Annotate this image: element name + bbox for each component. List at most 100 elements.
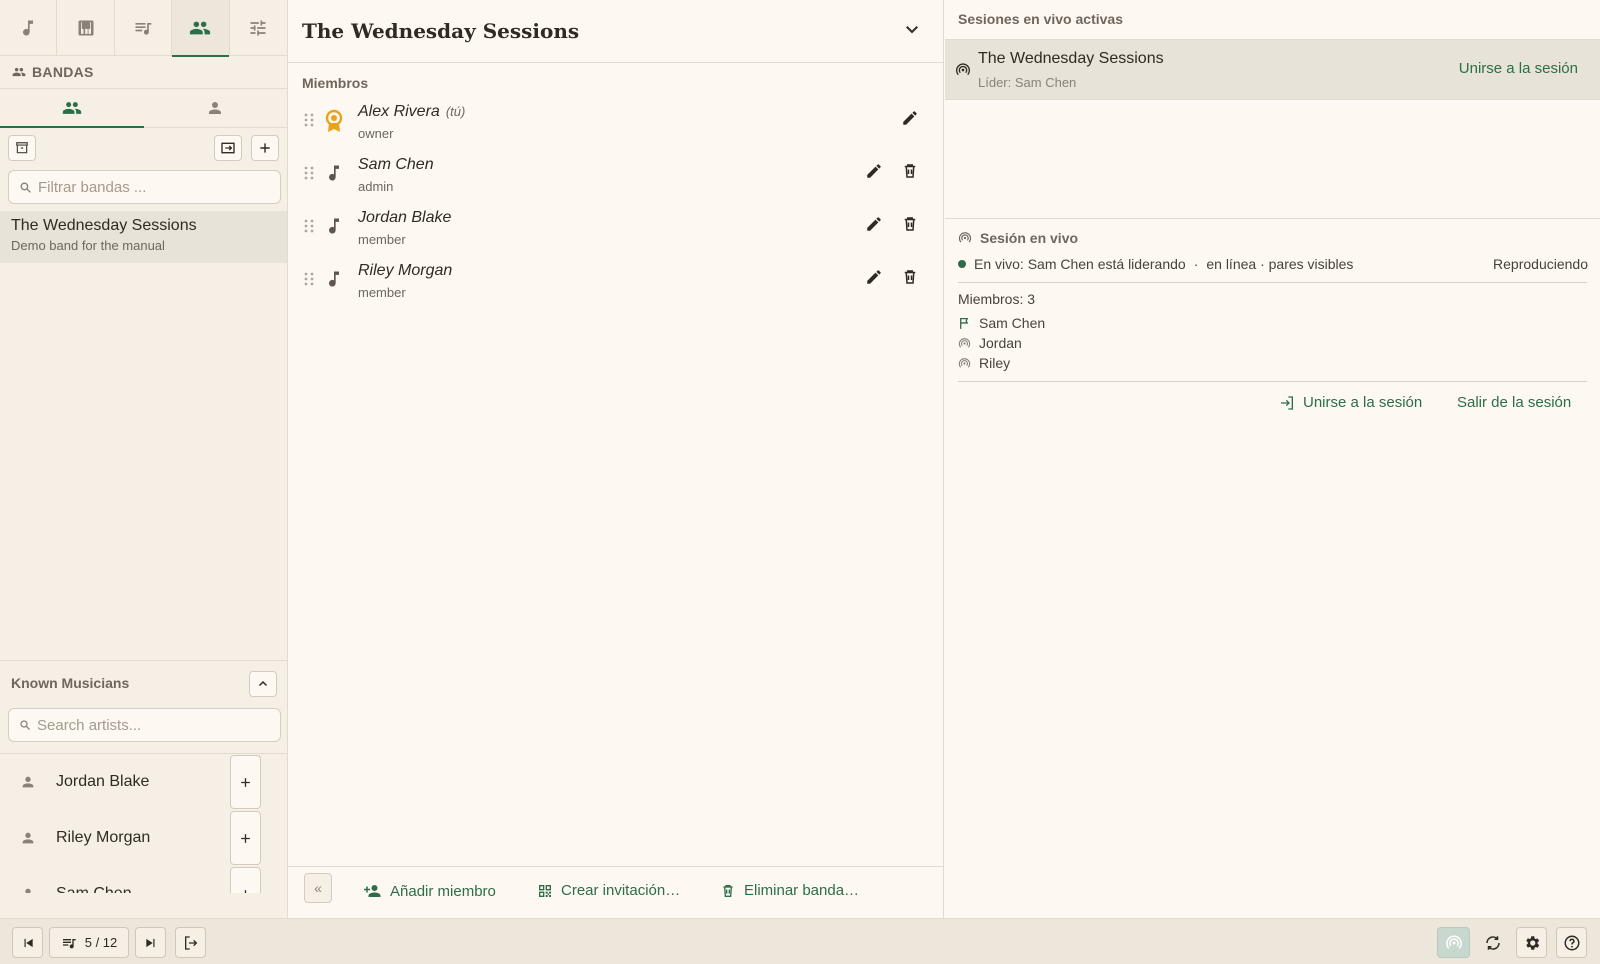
member-name: Jordan Blake: [358, 209, 452, 226]
member-role: member: [358, 285, 406, 300]
skip-previous-icon: [21, 936, 35, 950]
band-description: Demo band for the manual: [11, 238, 165, 253]
artist-name: Sam Chen: [56, 885, 132, 893]
piano-icon: [76, 18, 96, 38]
tab-setlists[interactable]: [115, 0, 173, 56]
bands-section-label: BANDAS: [0, 56, 287, 88]
filter-bands-input[interactable]: [38, 178, 258, 196]
join-session-link[interactable]: Unirse a la sesión: [1459, 60, 1578, 77]
band-title: The Wednesday Sessions: [302, 19, 580, 43]
trash-icon: [720, 883, 736, 899]
add-band-button[interactable]: [251, 135, 279, 161]
tab-piano[interactable]: [57, 0, 115, 56]
edit-icon[interactable]: [901, 109, 919, 127]
broadcast-icon: [958, 231, 972, 245]
member-row: Jordan Blake member: [288, 203, 943, 256]
session-name: The Wednesday Sessions: [978, 50, 1164, 67]
plus-icon: [239, 888, 252, 893]
sync-button[interactable]: [1477, 927, 1508, 958]
delete-icon[interactable]: [901, 268, 919, 286]
add-member-button[interactable]: Añadir miembro: [364, 882, 496, 900]
music-note-icon: [18, 18, 38, 38]
member-count: Miembros: 3: [958, 291, 1036, 307]
login-icon: [220, 140, 236, 156]
setlist-position-button[interactable]: 5 / 12: [49, 927, 129, 958]
drag-handle-icon[interactable]: [304, 113, 314, 127]
artist-list: Jordan Blake Riley Morgan Sam Chen: [0, 753, 287, 893]
playback-state: Reproduciendo: [1493, 256, 1588, 272]
search-icon: [19, 719, 31, 731]
search-artists-input[interactable]: [37, 716, 257, 734]
active-sessions-header: Sesiones en vivo activas: [945, 0, 1600, 40]
live-session-title-text: Sesión en vivo: [980, 230, 1079, 246]
broadcast-icon: [958, 357, 971, 370]
add-artist-button[interactable]: [230, 811, 261, 865]
add-artist-button[interactable]: [230, 867, 261, 893]
tab-profile[interactable]: [144, 89, 288, 127]
list-item: Riley: [958, 353, 1045, 373]
logout-icon: [183, 935, 199, 951]
live-member-name: Sam Chen: [979, 315, 1046, 331]
bottom-toolbar: 5 / 12: [0, 918, 1600, 964]
help-button[interactable]: [1556, 927, 1587, 958]
group-icon: [189, 17, 211, 39]
session-list-item[interactable]: The Wednesday Sessions Líder: Sam Chen U…: [945, 40, 1600, 100]
list-item: Jordan: [958, 333, 1045, 353]
chevron-down-icon[interactable]: [903, 20, 921, 38]
member-name: Riley Morgan: [358, 262, 453, 279]
tab-my-bands[interactable]: [0, 89, 144, 128]
delete-band-button[interactable]: Eliminar banda…: [720, 882, 859, 899]
join-session-button[interactable]: Unirse a la sesión: [1279, 394, 1422, 411]
band-list-item[interactable]: The Wednesday Sessions Demo band for the…: [0, 211, 287, 263]
search-artists-field[interactable]: [8, 708, 281, 742]
search-icon: [19, 181, 32, 194]
person-icon: [0, 886, 56, 893]
tab-bands[interactable]: [172, 0, 230, 57]
owner-badge-icon: [324, 109, 344, 133]
drag-handle-icon[interactable]: [304, 219, 314, 233]
live-sessions-panel: Sesiones en vivo activas The Wednesday S…: [945, 0, 1600, 918]
leave-session-button[interactable]: Salir de la sesión: [1457, 394, 1571, 411]
live-members-list: Sam Chen Jordan Riley: [958, 313, 1045, 373]
you-tag: (tú): [445, 104, 466, 119]
exit-button[interactable]: [175, 927, 206, 958]
create-invite-button[interactable]: Crear invitación…: [537, 882, 680, 899]
tab-songs[interactable]: [0, 0, 58, 56]
archive-button[interactable]: [8, 135, 36, 161]
settings-button[interactable]: [1516, 927, 1547, 958]
edit-icon[interactable]: [865, 268, 883, 286]
person-icon: [206, 99, 224, 117]
tab-mixer[interactable]: [230, 0, 287, 56]
join-session-label: Unirse a la sesión: [1303, 394, 1423, 411]
live-indicator-dot: [958, 260, 966, 268]
member-role: admin: [358, 179, 394, 194]
band-name: The Wednesday Sessions: [11, 217, 197, 234]
filter-bands-field[interactable]: [8, 170, 281, 204]
live-session-toggle[interactable]: [1437, 927, 1470, 958]
band-detail-panel: The Wednesday Sessions Miembros Alex Riv…: [288, 0, 944, 918]
main-nav-tabs: [0, 0, 287, 57]
list-item: Riley Morgan: [0, 810, 287, 866]
bands-sub-tabs: [0, 88, 287, 128]
edit-icon[interactable]: [865, 162, 883, 180]
live-session-title: Sesión en vivo: [958, 230, 1078, 246]
list-item: Sam Chen: [0, 866, 287, 893]
collapse-known-button[interactable]: [249, 671, 277, 697]
import-band-button[interactable]: [214, 135, 242, 161]
delete-icon[interactable]: [901, 162, 919, 180]
list-item: Jordan Blake: [0, 754, 287, 810]
next-button[interactable]: [135, 927, 166, 958]
edit-icon[interactable]: [865, 215, 883, 233]
drag-handle-icon[interactable]: [304, 272, 314, 286]
previous-button[interactable]: [12, 927, 43, 958]
person-icon: [0, 830, 56, 846]
live-status-text: En vivo: Sam Chen está liderando: [974, 256, 1186, 272]
drag-handle-icon[interactable]: [304, 166, 314, 180]
delete-icon[interactable]: [901, 215, 919, 233]
add-artist-button[interactable]: [230, 755, 261, 809]
bands-section-title: BANDAS: [32, 64, 94, 80]
collapse-sidebar-button[interactable]: «: [304, 873, 332, 903]
music-note-icon: [324, 268, 344, 290]
delete-band-label: Eliminar banda…: [744, 882, 860, 899]
live-member-name: Riley: [979, 355, 1011, 371]
